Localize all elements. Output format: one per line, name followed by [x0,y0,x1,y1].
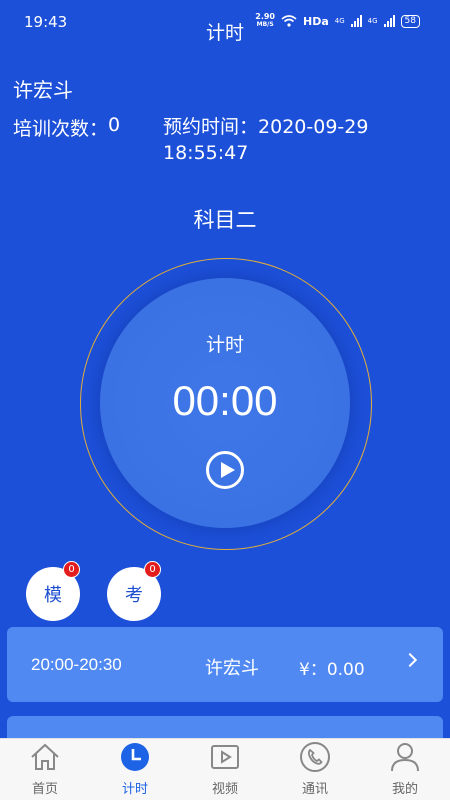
tab-home[interactable]: 首页 [0,739,90,800]
schedule-card[interactable]: 20:00-20:30 许宏斗 ¥：0.00 [7,627,443,702]
mock-exam-button[interactable]: 模 0 [26,561,80,621]
tab-video-label: 视频 [211,782,238,797]
mock-exam-label: 模 [44,585,62,606]
exam-label: 考 [125,585,143,606]
tab-timer[interactable]: 计时 [90,739,180,800]
tab-contacts-label: 通讯 [301,782,328,797]
timer-value: 00:00 [172,377,278,424]
schedule-slot: 20:00-20:30 [31,655,122,674]
exam-badge: 0 [144,561,161,578]
schedule-price: ¥：0.00 [299,660,365,680]
train-count-value: 0 [108,114,121,136]
schedule-person: 许宏斗 [205,658,259,679]
tab-contacts[interactable]: 通讯 [270,739,360,800]
tab-timer-label: 计时 [121,782,148,797]
video-icon [211,745,239,769]
home-icon [31,743,59,770]
subject-title: 科目二 [193,208,257,232]
profile-icon [391,743,419,772]
timer-label: 计时 [205,334,244,356]
trainee-name: 许宏斗 [13,78,73,102]
tab-video[interactable]: 视频 [180,739,270,800]
play-button[interactable] [206,451,244,489]
tab-profile-label: 我的 [391,782,418,797]
train-count-label: 培训次数： [13,118,109,140]
tab-profile[interactable]: 我的 [360,739,450,800]
mock-exam-badge: 0 [63,561,80,578]
bottom-tab-bar: 首页 计时 视频 通讯 我的 [0,738,450,800]
train-count: 培训次数： 0 [13,114,120,141]
appointment-label: 预约时间： [163,116,259,138]
clock-icon [121,743,149,771]
exam-button[interactable]: 考 0 [107,561,161,621]
appointment-clock: 18:55:47 [163,142,249,164]
appointment-date: 2020-09-29 [258,116,369,138]
appointment-time: 预约时间：2020-09-29 18:55:47 [163,114,423,166]
page-title: 计时 [205,22,244,44]
chevron-right-icon [402,652,418,668]
phone-icon [300,742,330,772]
tab-home-label: 首页 [31,782,58,797]
